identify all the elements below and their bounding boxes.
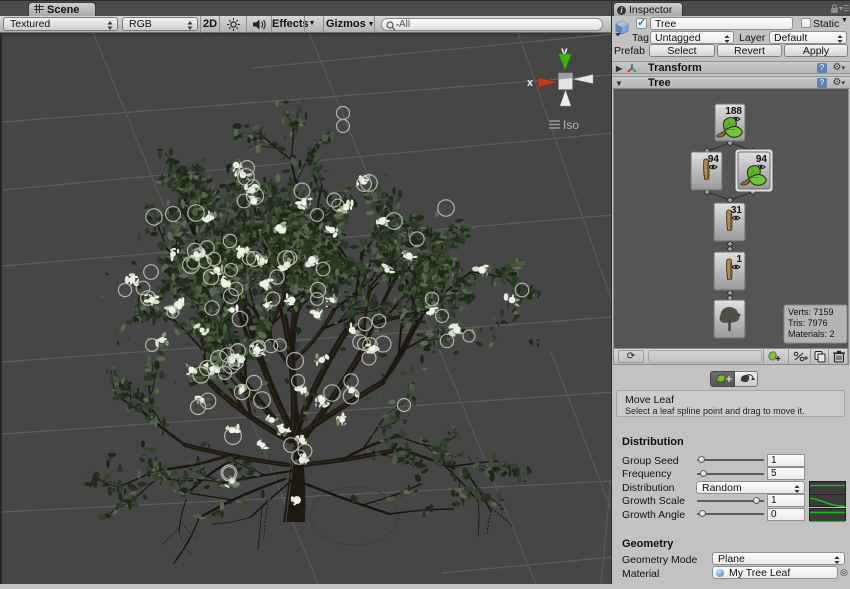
svg-text:Materials: 2: Materials: 2 — [788, 329, 835, 339]
svg-text:94: 94 — [756, 154, 768, 165]
svg-text:188: 188 — [725, 106, 742, 117]
svg-text:Verts: 7159: Verts: 7159 — [788, 307, 834, 317]
svg-text:1: 1 — [736, 254, 742, 265]
svg-text:x: x — [527, 77, 534, 89]
svg-text:94: 94 — [708, 154, 720, 165]
svg-text:Tris: 7976: Tris: 7976 — [788, 318, 828, 328]
svg-text:31: 31 — [731, 205, 743, 216]
svg-text:Iso: Iso — [563, 118, 579, 132]
